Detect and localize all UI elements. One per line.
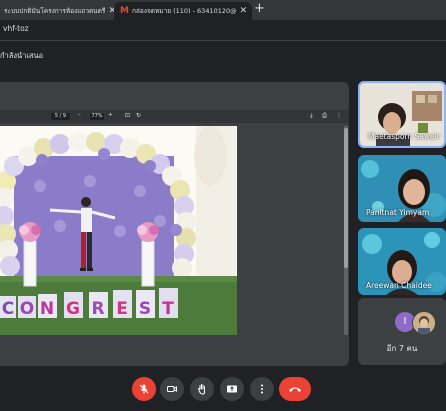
banner-letter: C: [2, 299, 14, 319]
tab-title: ระบบปกติมันโครงการห้องแถวดนตรีวงเ: [4, 7, 106, 15]
banner-letter: E: [116, 299, 128, 319]
presentation-panel: 5 / 9 – 77% + ⊡ ↻ ⤓ ⎙ ⋮ C O N G R E S T: [0, 82, 349, 366]
scrollbar-thumb[interactable]: [344, 128, 348, 268]
browser-tab-strip: ระบบปกติมันโครงการห้องแถวดนตรีวงเ ✕ M กล…: [0, 0, 446, 20]
more-participants-tile[interactable]: I อีก 7 คน: [358, 298, 446, 365]
raise-hand-button[interactable]: [190, 377, 214, 401]
participant-tile[interactable]: Maetasporn Saweir: [358, 81, 446, 148]
zoom-out-button[interactable]: –: [78, 112, 81, 118]
tab-close-icon[interactable]: ✕: [240, 6, 248, 16]
mic-off-icon: [139, 384, 149, 394]
banner-letter: O: [20, 299, 34, 319]
gmail-icon: M: [120, 6, 129, 16]
participant-name: Areewan Chaidee: [366, 281, 432, 290]
present-screen-icon: [227, 385, 237, 393]
address-text: vhf-toz: [3, 24, 29, 33]
camera-icon: [167, 386, 177, 392]
banner-letter: T: [162, 299, 174, 319]
tab-title: กล่องจดหมาย (110) - 63410120@: [131, 7, 237, 15]
fit-page-icon[interactable]: ⊡: [125, 112, 130, 119]
hand-icon: [197, 384, 206, 395]
zoom-input[interactable]: 77%: [90, 113, 104, 120]
banner-letter: G: [66, 299, 80, 319]
presenter-label: กำลังนำเสนอ: [0, 51, 44, 60]
new-tab-button[interactable]: +: [254, 1, 265, 16]
mic-off-button[interactable]: [132, 377, 156, 401]
zoom-in-button[interactable]: +: [108, 112, 113, 118]
banner-letter: S: [139, 299, 151, 319]
pdf-page: C O N G R E S T: [0, 126, 237, 335]
browser-tab-active[interactable]: M กล่องจดหมาย (110) - 63410120@ ✕: [114, 2, 252, 20]
present-screen-button[interactable]: [220, 377, 244, 401]
leave-call-button[interactable]: [279, 377, 311, 401]
more-options-icon[interactable]: ⋮: [336, 112, 342, 119]
address-bar[interactable]: vhf-toz: [0, 20, 446, 41]
more-options-button[interactable]: [250, 377, 274, 401]
pdf-toolbar: 5 / 9 – 77% + ⊡ ↻ ⤓ ⎙ ⋮: [0, 110, 349, 123]
more-vert-icon: [261, 384, 263, 394]
banner-letter: R: [91, 299, 104, 319]
participant-tile[interactable]: Panitnat Yimyam: [358, 155, 446, 222]
participant-name: Maetasporn Saweir: [368, 132, 440, 141]
avatar: [412, 311, 436, 335]
participant-name: Panitnat Yimyam: [366, 208, 430, 217]
rotate-icon[interactable]: ↻: [136, 112, 141, 119]
camera-button[interactable]: [160, 377, 184, 401]
page-indicator[interactable]: 5 / 9: [51, 113, 70, 120]
participant-tile[interactable]: Areewan Chaidee: [358, 228, 446, 295]
end-call-icon: [289, 387, 301, 392]
avatar-photo: [413, 312, 435, 334]
banner-letter: N: [40, 299, 54, 319]
browser-tab[interactable]: ระบบปกติมันโครงการห้องแถวดนตรีวงเ ✕: [0, 2, 116, 20]
print-icon[interactable]: ⎙: [322, 112, 327, 120]
download-icon[interactable]: ⤓: [310, 112, 313, 120]
more-participants-label: อีก 7 คน: [386, 344, 418, 353]
stage-photo: C O N G R E S T: [0, 126, 237, 335]
